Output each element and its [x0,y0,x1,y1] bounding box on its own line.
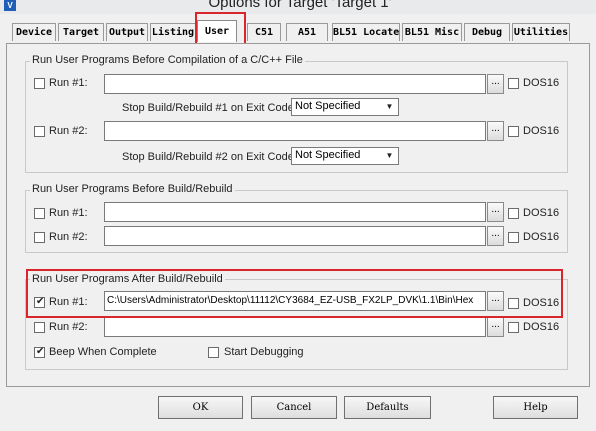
stop-build1-label: Stop Build/Rebuild #1 on Exit Code: [122,102,297,114]
stop-build2-exit-code-select[interactable]: Not Specified ▼ [291,147,399,165]
before-compile-run1-dos16-label: DOS16 [523,77,560,89]
before-build-run2-dos16-checkbox[interactable] [508,232,519,243]
tab-bar: Device Target Output Listing User C51 A5… [4,18,594,44]
tab-c51[interactable]: C51 [247,23,281,41]
title-bar: V Options for Target 'Target 1' [0,0,596,14]
after-build-run2-dos16-checkbox[interactable] [508,322,519,333]
tab-user[interactable]: User [197,20,237,42]
after-build-run2-dos16-label: DOS16 [523,321,560,333]
after-build-run1-command[interactable]: C:\Users\Administrator\Desktop\11112\CY3… [104,291,486,311]
tab-utilities[interactable]: Utilities [512,23,570,41]
before-build-run1-checkbox[interactable] [34,208,45,219]
tab-debug[interactable]: Debug [464,23,510,41]
before-build-run1-dos16-label: DOS16 [523,207,560,219]
before-compile-run2-browse-button[interactable]: ... [487,121,504,141]
after-build-run2-label: Run #2: [49,321,88,333]
after-build-run2-browse-button[interactable]: ... [487,317,504,337]
before-build-run2-command[interactable] [104,226,486,246]
tab-device[interactable]: Device [12,23,56,41]
defaults-button[interactable]: Defaults [344,396,431,419]
before-build-run2-checkbox[interactable] [34,232,45,243]
chevron-down-icon: ▼ [385,151,394,160]
after-build-run1-checkbox[interactable] [34,296,45,308]
before-build-run2-browse-button[interactable]: ... [487,226,504,246]
after-build-run2-checkbox[interactable] [34,322,45,333]
stop-build2-exit-code-value: Not Specified [295,149,361,161]
before-compile-run1-dos16-checkbox[interactable] [508,78,519,89]
before-compile-run1-checkbox[interactable] [34,78,45,89]
tab-target[interactable]: Target [58,23,104,41]
after-build-run2-command[interactable] [104,317,486,337]
before-compile-run2-command[interactable] [104,121,486,141]
beep-when-complete-label: Beep When Complete [49,346,157,358]
help-button[interactable]: Help [493,396,578,419]
before-compile-run1-command[interactable] [104,74,486,94]
before-compile-run2-dos16-checkbox[interactable] [508,126,519,137]
chevron-down-icon: ▼ [385,102,394,111]
before-compile-run1-label: Run #1: [49,77,88,89]
stop-build1-exit-code-value: Not Specified [295,100,361,112]
stop-build1-exit-code-select[interactable]: Not Specified ▼ [291,98,399,116]
after-build-run1-label: Run #1: [49,296,88,308]
before-build-title: Run User Programs Before Build/Rebuild [30,183,235,195]
before-build-run2-dos16-label: DOS16 [523,231,560,243]
before-build-run1-command[interactable] [104,202,486,222]
after-build-run1-dos16-label: DOS16 [523,297,560,309]
after-build-title: Run User Programs After Build/Rebuild [30,273,225,285]
before-build-run2-label: Run #2: [49,231,88,243]
before-compile-run1-browse-button[interactable]: ... [487,74,504,94]
tab-bl51-locate[interactable]: BL51 Locate [332,23,400,41]
tab-output[interactable]: Output [106,23,148,41]
before-compile-run2-dos16-label: DOS16 [523,125,560,137]
before-compile-run2-checkbox[interactable] [34,126,45,137]
tab-listing[interactable]: Listing [150,23,196,41]
window-title: Options for Target 'Target 1' [208,0,392,11]
after-build-run1-dos16-checkbox[interactable] [508,298,519,309]
before-compile-run2-label: Run #2: [49,125,88,137]
before-build-run1-dos16-checkbox[interactable] [508,208,519,219]
before-build-run1-browse-button[interactable]: ... [487,202,504,222]
before-build-run1-label: Run #1: [49,207,88,219]
tab-a51[interactable]: A51 [286,23,328,41]
ok-button[interactable]: OK [158,396,243,419]
before-compile-title: Run User Programs Before Compilation of … [30,54,305,66]
after-build-run1-browse-button[interactable]: ... [487,291,504,311]
cancel-button[interactable]: Cancel [251,396,337,419]
stop-build2-label: Stop Build/Rebuild #2 on Exit Code: [122,151,297,163]
tab-bl51-misc[interactable]: BL51 Misc [402,23,462,41]
start-debugging-checkbox[interactable] [208,347,219,358]
start-debugging-label: Start Debugging [224,346,304,358]
uv-icon: V [4,0,16,11]
beep-when-complete-checkbox[interactable] [34,346,45,358]
